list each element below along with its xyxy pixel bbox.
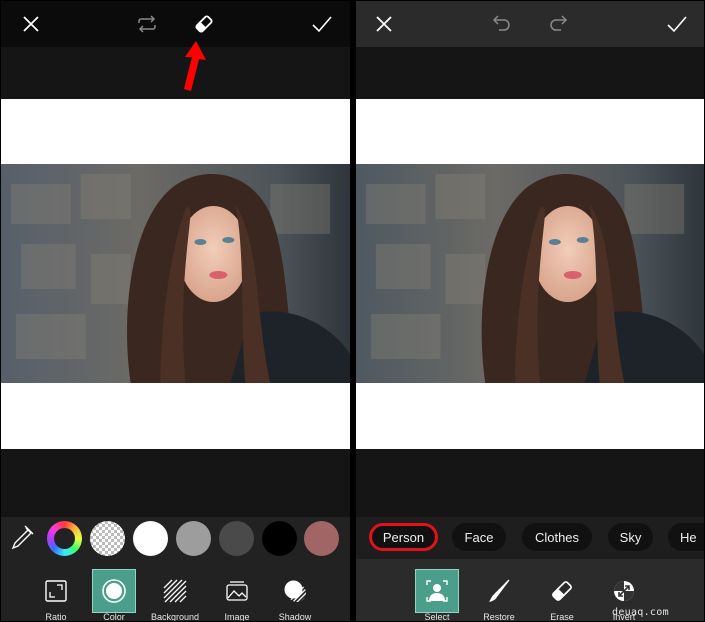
swatch-light-gray[interactable] [176,521,211,556]
chip-clothes[interactable]: Clothes [522,523,592,551]
color-swatch-row [1,517,350,559]
eraser-icon[interactable] [192,12,216,36]
shadow-icon [273,569,317,613]
eraser-icon [540,569,584,613]
top-toolbar [1,1,350,47]
cutout-editor-panel: Person Face Clothes Sky He Select Restor… [355,0,705,622]
bottom-tool-bar: Ratio Color Background Image Shadow [1,559,350,621]
brush-icon [477,569,521,613]
chip-sky[interactable]: Sky [608,523,653,551]
canvas-area [1,47,350,517]
background-editor-panel: Ratio Color Background Image Shadow [0,0,351,622]
background-stripes-icon [153,569,197,613]
watermark-text: deuaq.com [612,607,669,618]
swatch-color-wheel[interactable] [47,521,82,556]
annotation-arrow [177,41,207,93]
segment-chip-row: Person Face Clothes Sky He [356,517,704,559]
close-icon[interactable] [19,12,43,36]
swatch-black[interactable] [262,521,297,556]
close-icon[interactable] [372,12,396,36]
swatch-transparent[interactable] [90,521,125,556]
swatch-white[interactable] [133,521,168,556]
image-icon [215,569,259,613]
checkmark-icon[interactable] [310,12,334,36]
chip-person[interactable]: Person [369,523,438,551]
select-person-icon [415,569,459,613]
chip-hair[interactable]: He [668,523,704,551]
tool-shadow[interactable]: Shadow [263,569,327,621]
photo-subject [1,164,350,383]
undo-icon[interactable] [489,12,513,36]
checkmark-icon[interactable] [665,12,689,36]
top-toolbar [356,1,704,47]
eyedropper-icon[interactable] [9,524,35,552]
canvas-area [356,47,704,517]
swatch-dark-gray[interactable] [219,521,254,556]
color-circle-icon [92,569,136,613]
swap-arrows-icon[interactable] [135,12,159,36]
bottom-tool-bar: Select Restore Erase Invert deuaq.com [356,559,704,621]
redo-icon[interactable] [547,12,571,36]
ratio-icon [34,569,78,613]
chip-face[interactable]: Face [452,523,506,551]
swatch-rose[interactable] [304,521,339,556]
photo-subject [356,164,704,383]
tool-label: Shadow [278,612,312,622]
